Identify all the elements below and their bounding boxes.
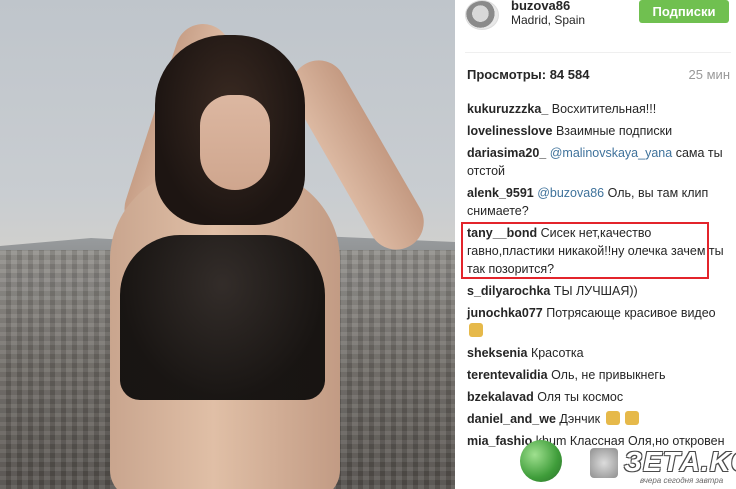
- views-count: Просмотры: 84 584: [467, 67, 590, 82]
- comment: kukuruzzzka_ Восхитительная!!!: [467, 100, 729, 118]
- comment: s_dilyarochka ТЫ ЛУЧШАЯ)): [467, 282, 729, 300]
- hourglass-icon: [590, 448, 618, 478]
- comment-mention[interactable]: @buzova86: [537, 186, 604, 200]
- watermark-tagline: вчера сегодня завтра: [640, 476, 724, 485]
- comment: lovelinesslove Взаимные подписки: [467, 122, 729, 140]
- site-watermark: ЗЕТА.KG вчера сегодня завтра: [520, 440, 736, 489]
- globe-icon: [520, 440, 562, 482]
- laughing-emoji-icon: [605, 411, 620, 425]
- comment-username[interactable]: daniel_and_we: [467, 412, 556, 426]
- comment-text: Оля ты космос: [537, 390, 624, 404]
- comment: bzekalavad Оля ты космос: [467, 388, 729, 406]
- comment-text: Оль, не привыкнегь: [551, 368, 666, 382]
- watermark-brand: ЗЕТА.KG: [624, 446, 736, 477]
- comment-text: Восхитительная!!!: [551, 102, 657, 116]
- post-time[interactable]: 25 мин: [689, 67, 730, 82]
- highlight-box: [461, 222, 709, 279]
- photo-clothing: [120, 235, 325, 400]
- comment-mention[interactable]: @malinovskaya_yana: [550, 146, 672, 160]
- comment-text: Потрясающе красивое видео: [546, 306, 716, 320]
- comment-text: Красотка: [530, 346, 584, 360]
- clapping-hands-emoji-icon: [625, 411, 640, 425]
- comment-username[interactable]: lovelinesslove: [467, 124, 552, 138]
- post-header: buzova86 Madrid, Spain Подписки: [455, 0, 736, 40]
- comment: alenk_9591 @buzova86 Оль, вы там клип сн…: [467, 184, 729, 220]
- movie-camera-emoji-icon: [469, 323, 483, 337]
- avatar[interactable]: [465, 0, 499, 30]
- comment: sheksenia Красотка: [467, 344, 729, 362]
- username[interactable]: buzova86: [511, 0, 570, 13]
- comment-username[interactable]: terentevalidia: [467, 368, 548, 382]
- comment-username[interactable]: sheksenia: [467, 346, 527, 360]
- location[interactable]: Madrid, Spain: [511, 13, 585, 27]
- comment: dariasima20_ @malinovskaya_yana сама ты …: [467, 144, 729, 180]
- comment: terentevalidia Оль, не привыкнегь: [467, 366, 729, 384]
- comment-username[interactable]: kukuruzzzka_: [467, 102, 548, 116]
- comment-username[interactable]: s_dilyarochka: [467, 284, 550, 298]
- comment-username[interactable]: bzekalavad: [467, 390, 534, 404]
- divider: [465, 52, 731, 53]
- comment-username[interactable]: alenk_9591: [467, 186, 534, 200]
- comment: daniel_and_we Дэнчик: [467, 410, 729, 428]
- post-photo[interactable]: [0, 0, 455, 489]
- comment-username[interactable]: junochka077: [467, 306, 543, 320]
- comment-username[interactable]: dariasima20_: [467, 146, 546, 160]
- comment-text: Дэнчик: [559, 412, 601, 426]
- comment: junochka077 Потрясающе красивое видео: [467, 304, 729, 340]
- comment-text: Взаимные подписки: [555, 124, 673, 138]
- follow-button[interactable]: Подписки: [639, 0, 729, 23]
- photo-face: [200, 95, 270, 190]
- comment-text: ТЫ ЛУЧШАЯ)): [553, 284, 638, 298]
